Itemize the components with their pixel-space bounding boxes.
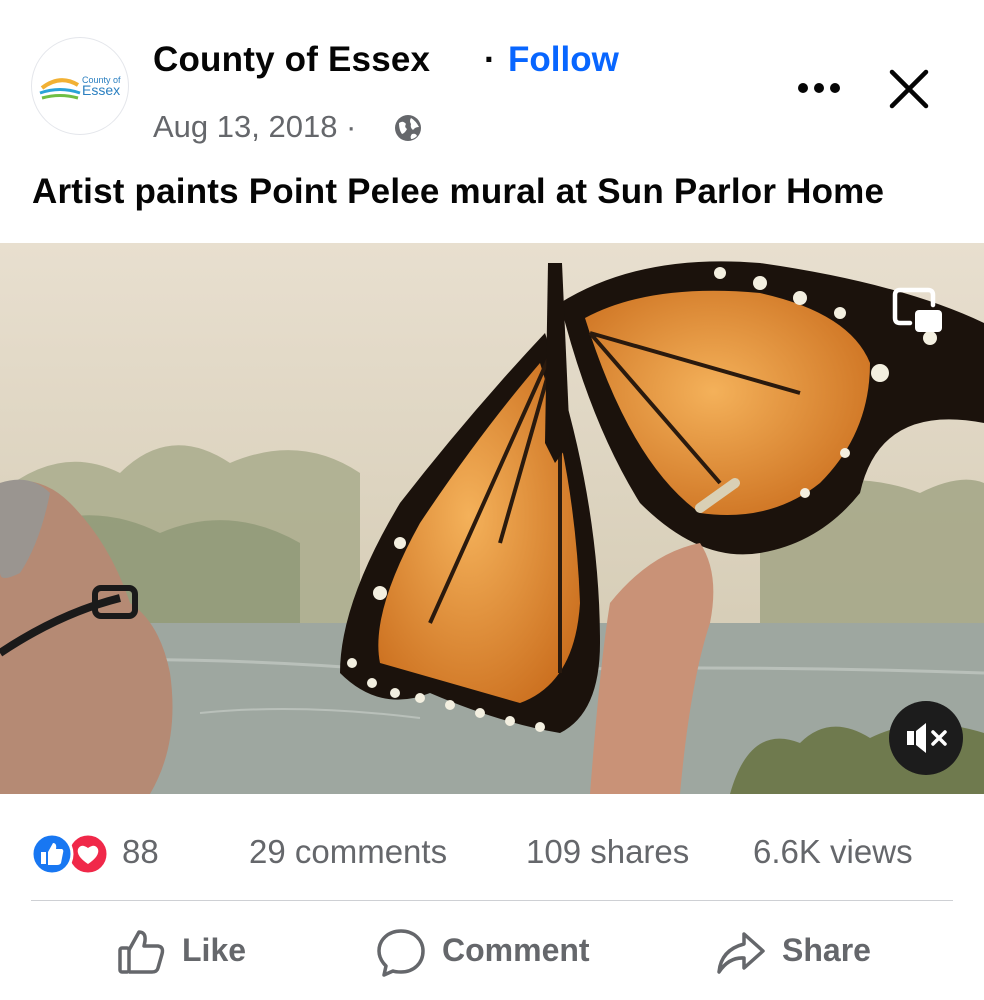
more-icon [798,83,840,93]
separator-dot: · [484,40,496,79]
views-count: 6.6K views [753,833,913,870]
close-icon [889,69,929,109]
reactions-count[interactable]: 88 [122,833,159,871]
share-label: Share [782,932,871,968]
post-caption: Artist paints Point Pelee mural at Sun P… [32,172,885,211]
more-options-button[interactable] [790,66,848,110]
muted-speaker-icon [907,723,947,753]
like-button[interactable]: Like [115,920,265,982]
share-arrow-icon [717,932,765,974]
shares-count[interactable]: 109 shares [526,833,689,871]
share-button[interactable]: Share [715,920,895,982]
divider [31,900,953,901]
logo-line2: Essex [82,82,120,98]
close-button[interactable] [880,60,938,118]
thumbs-up-icon [118,930,165,974]
mute-button[interactable] [889,701,963,775]
picture-in-picture-button[interactable] [888,283,948,339]
comments-count[interactable]: 29 comments [249,833,447,871]
love-reaction-icon [66,832,110,876]
comment-icon [377,929,425,977]
like-reaction-icon [30,832,74,876]
video-frame [0,243,984,794]
like-label: Like [182,932,247,968]
page-name[interactable]: County of Essex [153,40,430,80]
comment-button[interactable]: Comment [375,920,625,982]
post-date[interactable]: Aug 13, 2018 · [153,109,356,145]
reaction-icons[interactable] [30,832,112,876]
follow-button[interactable]: Follow [508,40,619,80]
globe-icon [395,115,421,141]
comment-label: Comment [442,932,590,968]
picture-in-picture-icon [892,287,942,332]
video-player[interactable] [0,243,984,794]
page-avatar[interactable]: County of Essex [31,37,129,135]
